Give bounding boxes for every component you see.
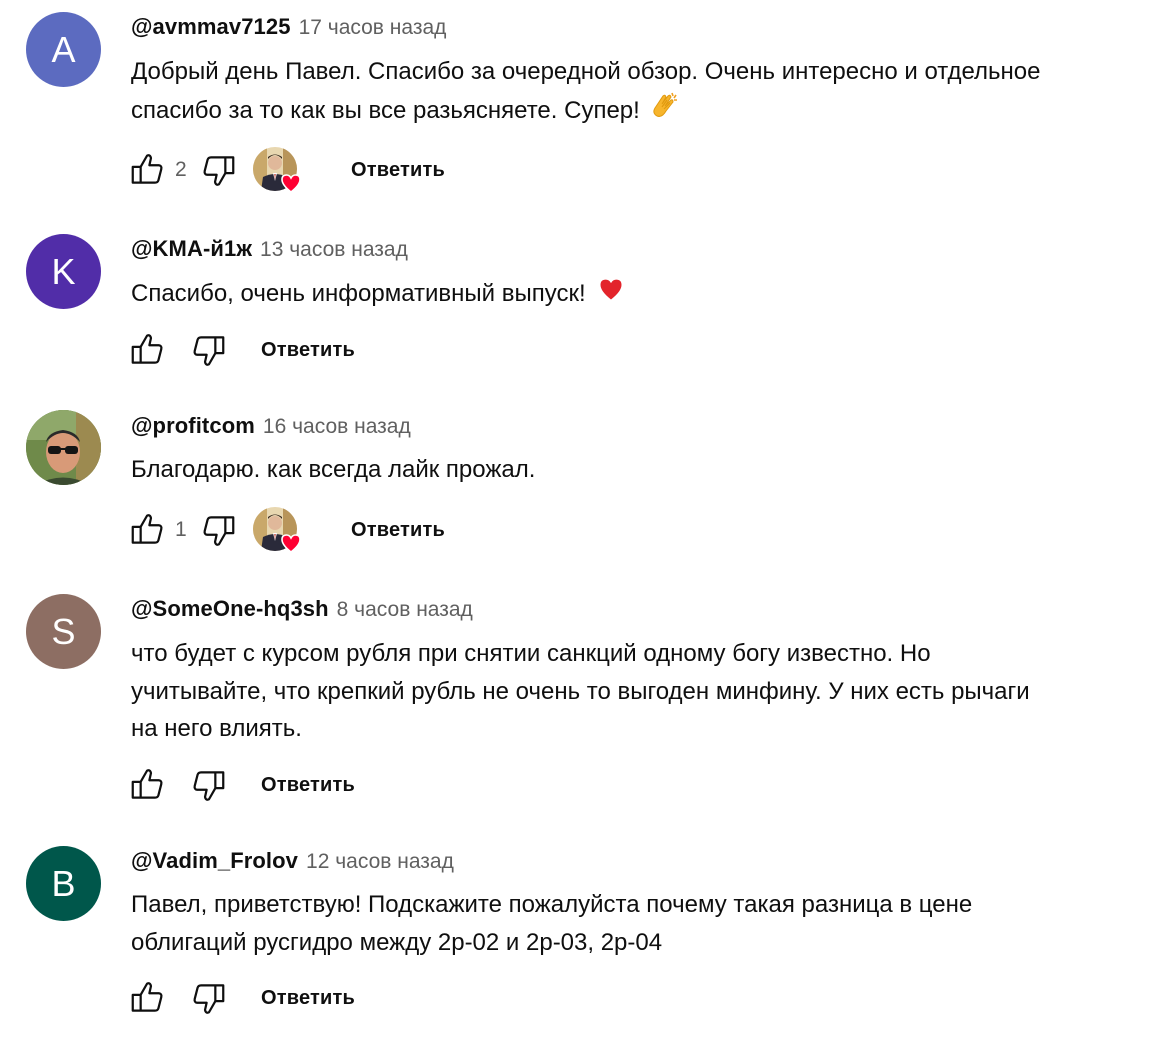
comment-header: @avmmav7125 17 часов назад: [131, 14, 446, 44]
comment-text-line: Благодарю. как всегда лайк прожал.: [131, 456, 536, 483]
thumb-up-icon[interactable]: [127, 978, 167, 1018]
clapping-hands-icon: [650, 91, 680, 133]
avatar-photo: [26, 410, 101, 485]
comment-timestamp[interactable]: 16 часов назад: [263, 415, 411, 439]
comment-text-line: учитывайте, что крепкий рубль не очень т…: [131, 677, 1030, 705]
like-count: 2: [175, 158, 187, 181]
reply-button[interactable]: Ответить: [335, 509, 461, 552]
reply-button[interactable]: Ответить: [245, 329, 371, 372]
avatar-letter: B: [51, 862, 76, 904]
comment-author[interactable]: @KMA-й1ж: [131, 236, 252, 262]
thumb-up-icon[interactable]: [127, 510, 167, 550]
comment-actions: Ответить: [127, 763, 371, 807]
comment-header: @KMA-й1ж 13 часов назад: [131, 236, 408, 266]
creator-heart-badge: [253, 506, 301, 554]
thumb-down-icon[interactable]: [199, 510, 239, 550]
comment-text-line: спасибо за то как вы все разьясняете. Су…: [131, 96, 640, 124]
comment-text-line: облигаций русгидро между 2р-02 и 2р-03, …: [131, 928, 663, 956]
comment-text-line: что будет с курсом рубля при снятии санк…: [131, 640, 931, 667]
avatar-letter: A: [51, 28, 76, 70]
comment-text: Павел, приветствую! Подскажите пожалуйст…: [131, 886, 1151, 961]
comment-timestamp[interactable]: 17 часов назад: [299, 16, 447, 40]
avatar-letter: S: [51, 610, 76, 652]
avatar[interactable]: [26, 410, 101, 485]
thumb-down-icon[interactable]: [189, 978, 229, 1018]
thumb-up-icon[interactable]: [127, 765, 167, 805]
thumb-down-icon[interactable]: [189, 765, 229, 805]
comment-actions: 2 Ответить: [127, 146, 461, 194]
comment-actions: 1 Ответить: [127, 506, 461, 554]
comment-author[interactable]: @Vadim_Frolov: [131, 848, 298, 874]
comment-text-line: Спасибо, очень информативный выпуск!: [131, 280, 586, 308]
comment-header: @profitcom 16 часов назад: [131, 413, 411, 443]
reply-button[interactable]: Ответить: [245, 977, 371, 1020]
avatar[interactable]: B: [26, 846, 101, 921]
thumb-down-icon[interactable]: [189, 330, 229, 370]
comment-text: Спасибо, очень информативный выпуск!: [131, 275, 1151, 315]
reply-button[interactable]: Ответить: [335, 149, 461, 192]
reply-button[interactable]: Ответить: [245, 764, 371, 807]
avatar[interactable]: S: [26, 594, 101, 669]
avatar-letter: K: [51, 250, 76, 292]
thumb-up-icon[interactable]: [127, 330, 167, 370]
thumb-down-icon[interactable]: [199, 150, 239, 190]
comment-text-line: на него влиять.: [131, 715, 302, 742]
comment-text: Благодарю. как всегда лайк прожал.: [131, 451, 1151, 489]
comment-header: @Vadim_Frolov 12 часов назад: [131, 848, 454, 878]
avatar[interactable]: K: [26, 234, 101, 309]
comment-timestamp[interactable]: 8 часов назад: [337, 598, 473, 622]
red-heart-icon: [279, 171, 303, 195]
thumb-up-icon[interactable]: [127, 150, 167, 190]
comment-text: Добрый день Павел. Спасибо за очередной …: [131, 53, 1151, 132]
red-heart-icon: [279, 531, 303, 555]
comment-actions: Ответить: [127, 976, 371, 1020]
comment-author[interactable]: @profitcom: [131, 413, 255, 439]
red-heart-icon: [596, 275, 626, 315]
comment-text-line: Добрый день Павел. Спасибо за очередной …: [131, 58, 1041, 85]
comment-author[interactable]: @SomeOne-hq3sh: [131, 596, 329, 622]
like-count: 1: [175, 518, 187, 541]
creator-heart-badge: [253, 146, 301, 194]
avatar[interactable]: A: [26, 12, 101, 87]
comment-timestamp[interactable]: 13 часов назад: [260, 238, 408, 262]
comment-timestamp[interactable]: 12 часов назад: [306, 850, 454, 874]
comment-actions: Ответить: [127, 328, 371, 372]
comment-author[interactable]: @avmmav7125: [131, 14, 291, 40]
comment-header: @SomeOne-hq3sh 8 часов назад: [131, 596, 473, 626]
comment-text-line: Павел, приветствую! Подскажите пожалуйст…: [131, 891, 973, 918]
comment-text: что будет с курсом рубля при снятии санк…: [131, 635, 1151, 748]
